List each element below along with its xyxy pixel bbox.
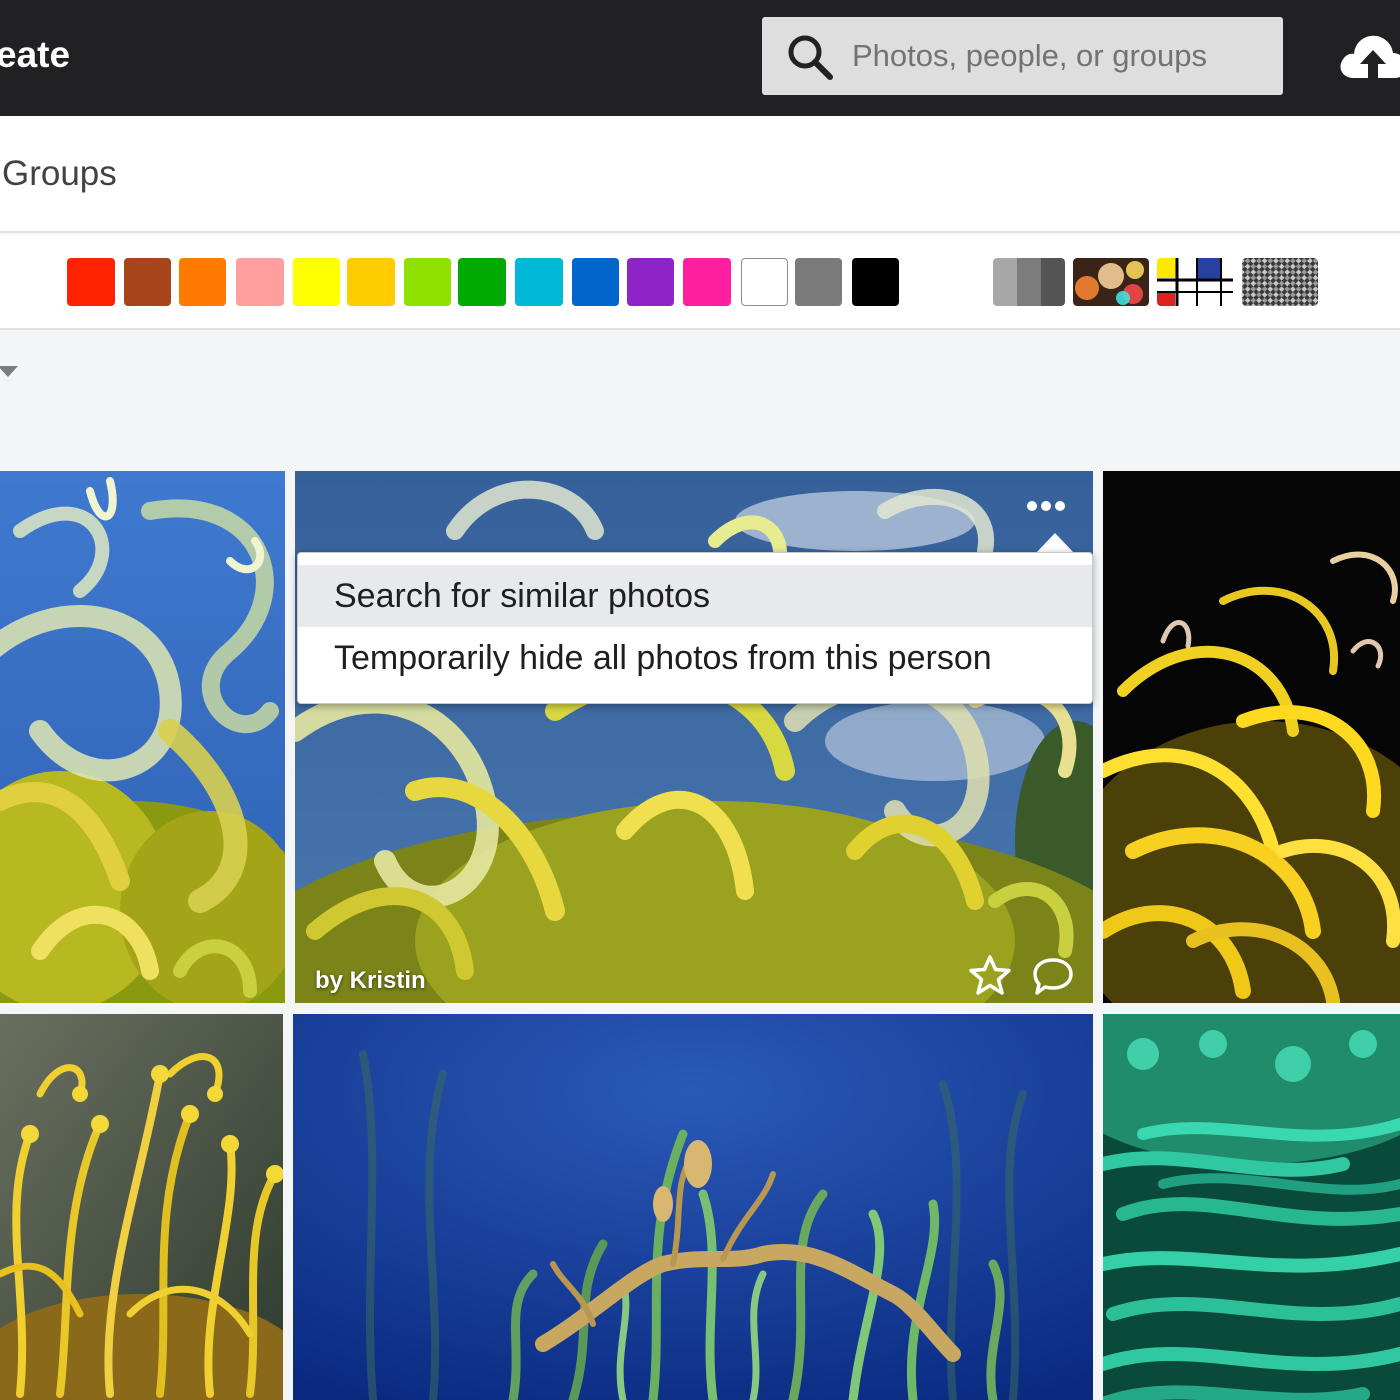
- photo-credit-text[interactable]: by Kristin: [315, 967, 426, 995]
- photo-tile[interactable]: [1103, 471, 1400, 1003]
- color-swatch-green[interactable]: [458, 258, 506, 306]
- sort-dropdown-caret-icon[interactable]: [0, 366, 18, 377]
- color-swatch-purple[interactable]: [627, 258, 674, 306]
- color-swatch-gold[interactable]: [347, 258, 395, 306]
- color-swatch-yellow[interactable]: [293, 258, 340, 306]
- search-box[interactable]: [762, 17, 1283, 95]
- color-swatch-magenta[interactable]: [683, 258, 731, 306]
- photo-image: [1103, 471, 1400, 1003]
- color-filter-row: [0, 235, 1400, 330]
- color-swatch-red[interactable]: [67, 258, 115, 306]
- photo-image: [293, 1014, 1093, 1400]
- photo-image: [1103, 1014, 1400, 1400]
- color-swatch-lime[interactable]: [404, 258, 451, 306]
- color-swatch-pink[interactable]: [236, 258, 284, 306]
- photo-context-menu: Search for similar photos Temporarily hi…: [297, 552, 1093, 704]
- comment-icon[interactable]: [1032, 956, 1074, 996]
- shallow-depth-of-field-filter-icon[interactable]: [1073, 258, 1149, 306]
- menu-item-search-similar[interactable]: Search for similar photos: [298, 565, 1092, 627]
- more-options-icon[interactable]: [1022, 491, 1070, 521]
- photo-tile[interactable]: [0, 471, 285, 1003]
- color-swatch-blue[interactable]: [572, 258, 619, 306]
- photo-image: [295, 471, 1093, 1003]
- top-navigation-bar: eate: [0, 0, 1400, 116]
- nav-create-link[interactable]: eate: [0, 34, 70, 76]
- photo-tile[interactable]: [293, 1014, 1093, 1400]
- favorite-star-icon[interactable]: [968, 954, 1012, 996]
- context-menu-caret: [1036, 533, 1074, 553]
- photo-tile[interactable]: [1103, 1014, 1400, 1400]
- cloud-upload-icon[interactable]: [1338, 28, 1400, 84]
- photo-tile[interactable]: [0, 1014, 283, 1400]
- color-swatch-black[interactable]: [852, 258, 899, 306]
- search-icon[interactable]: [786, 33, 834, 81]
- color-swatch-brown[interactable]: [124, 258, 171, 306]
- color-swatch-orange[interactable]: [179, 258, 226, 306]
- patterns-filter-icon[interactable]: [1242, 258, 1318, 306]
- search-tabs-row: Groups: [0, 116, 1400, 233]
- menu-item-hide-person[interactable]: Temporarily hide all photos from this pe…: [298, 627, 1092, 689]
- photo-image: [0, 471, 285, 1003]
- black-and-white-filter-icon[interactable]: [993, 258, 1065, 306]
- color-swatch-gray[interactable]: [795, 258, 842, 306]
- tab-groups[interactable]: Groups: [2, 154, 117, 194]
- photo-tile[interactable]: by Kristin: [295, 471, 1093, 1003]
- color-swatch-white[interactable]: [741, 258, 788, 306]
- color-swatch-cyan[interactable]: [515, 258, 563, 306]
- search-input[interactable]: [852, 17, 1272, 95]
- minimalist-filter-icon[interactable]: [1157, 258, 1233, 306]
- photo-image: [0, 1014, 283, 1400]
